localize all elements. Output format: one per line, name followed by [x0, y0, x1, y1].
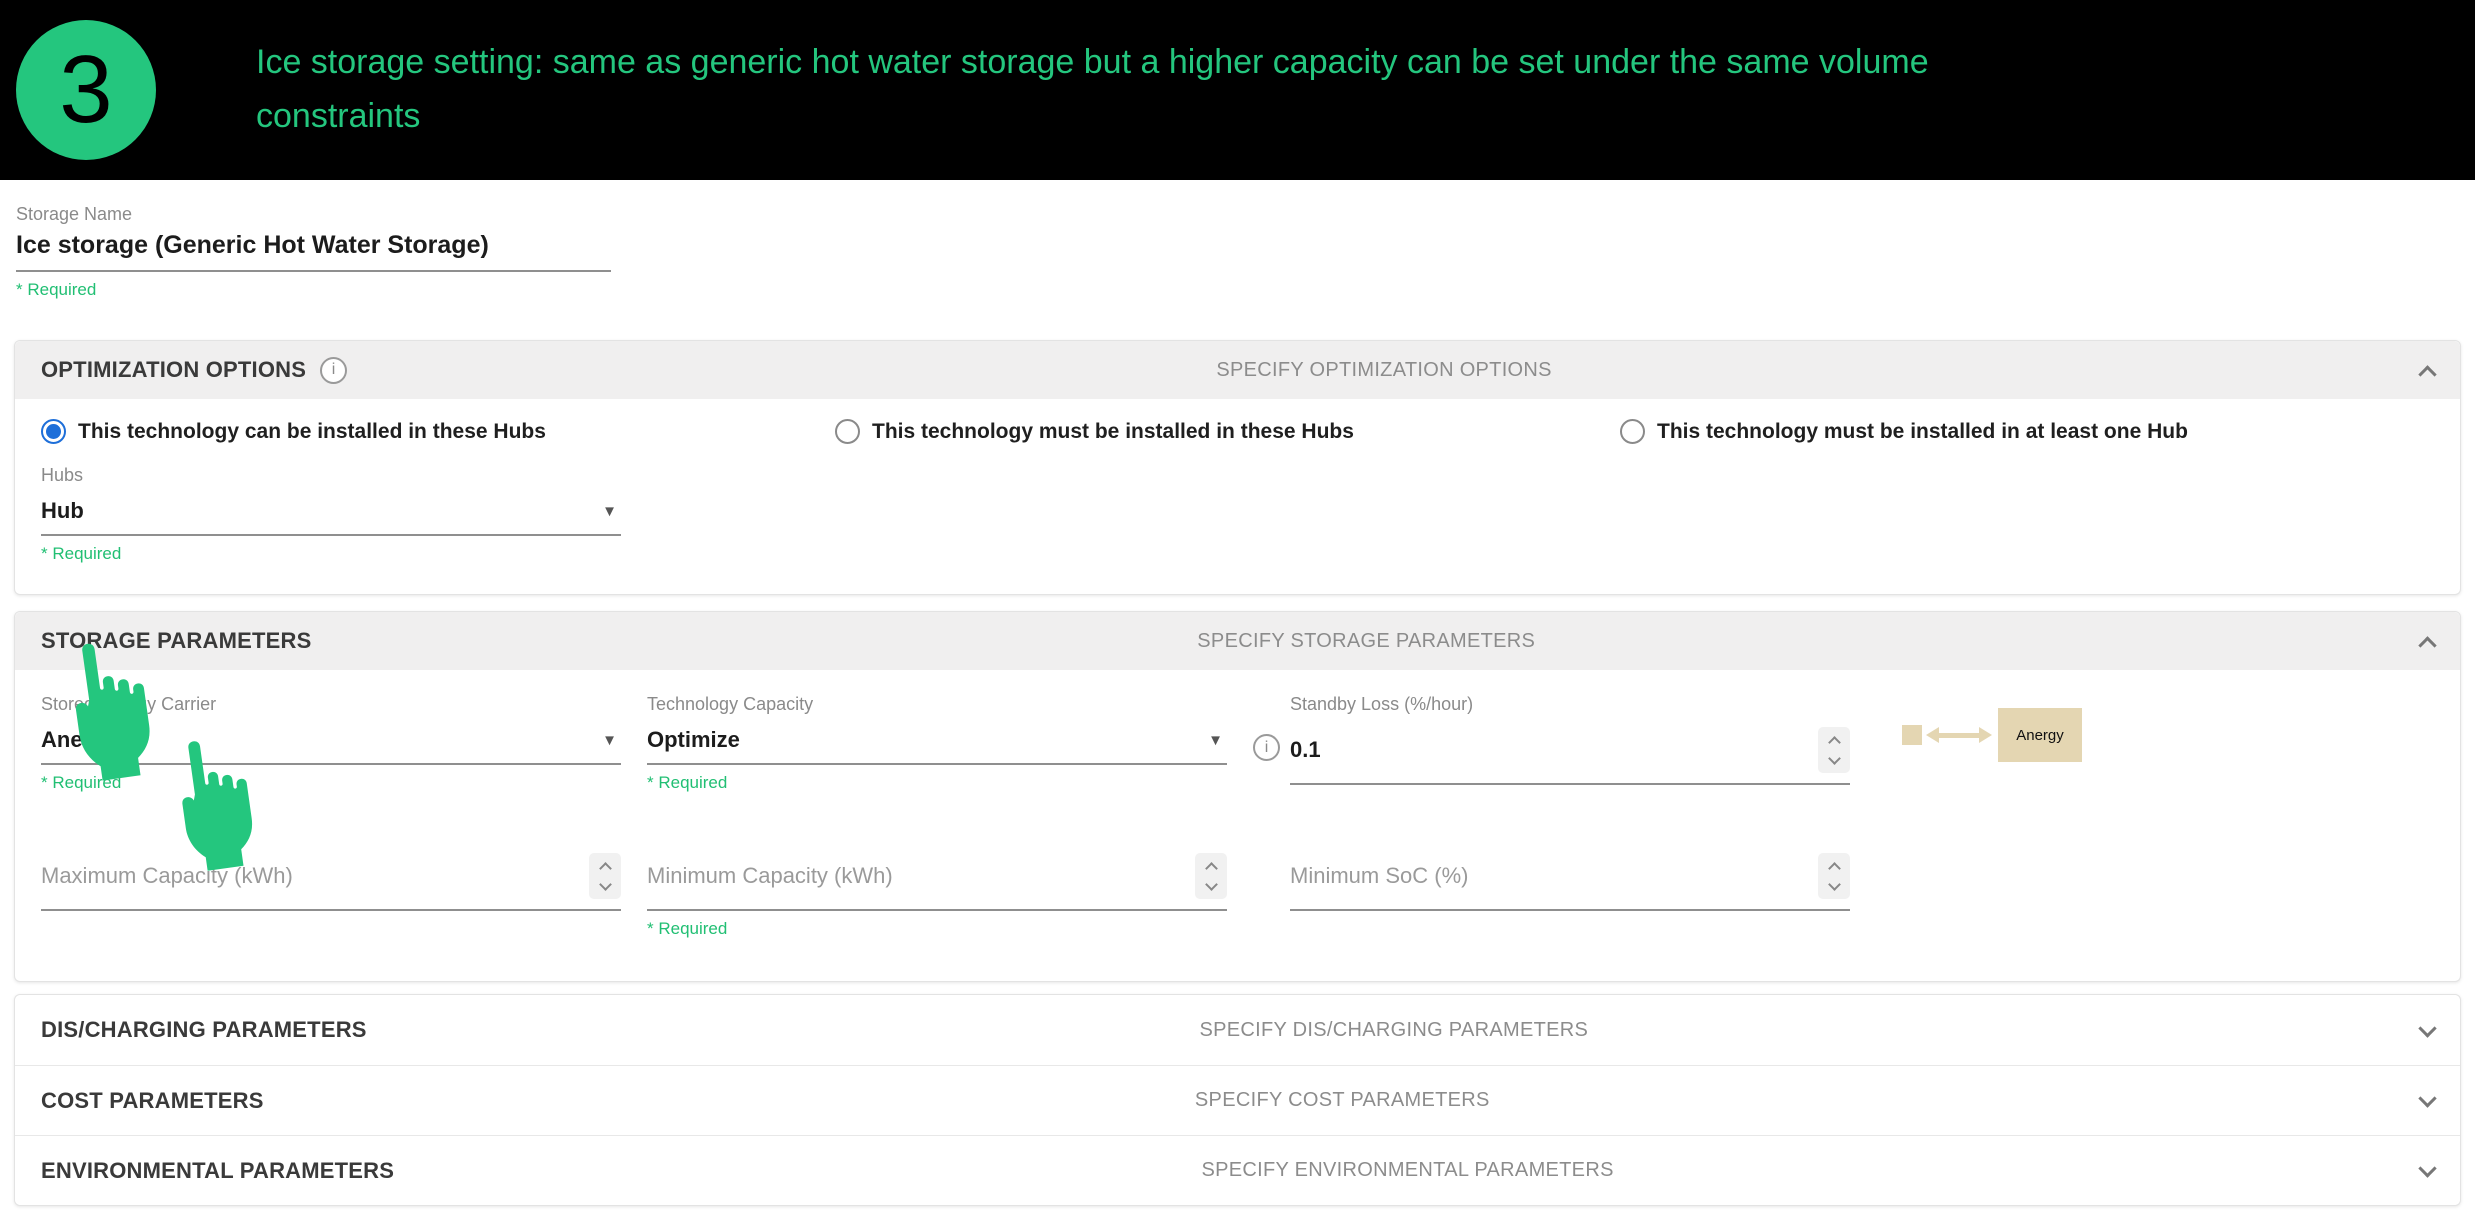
minimum-capacity-input[interactable]: [647, 863, 1195, 889]
optimization-options-header[interactable]: OPTIMIZATION OPTIONS i SPECIFY OPTIMIZAT…: [15, 341, 2460, 399]
storage-parameters-card: STORAGE PARAMETERS SPECIFY STORAGE PARAM…: [14, 611, 2461, 982]
optimization-options-card: OPTIMIZATION OPTIONS i SPECIFY OPTIMIZAT…: [14, 340, 2461, 595]
storage-name-value[interactable]: Ice storage (Generic Hot Water Storage): [16, 231, 2461, 260]
section-discharging-parameters[interactable]: DIS/CHARGING PARAMETERS SPECIFY DIS/CHAR…: [15, 995, 2460, 1065]
standby-loss-group: i Standby Loss (%/hour) 0.1: [1253, 694, 1850, 785]
collapsed-sections: DIS/CHARGING PARAMETERS SPECIFY DIS/CHAR…: [14, 994, 2461, 1206]
hubs-label: Hubs: [41, 465, 621, 486]
double-arrow-icon: [1924, 724, 1994, 746]
stored-energy-carrier-group: Stored Energy Carrier Anergy ▼ * Require…: [41, 694, 621, 793]
maximum-capacity-group: [41, 841, 621, 911]
optimization-options-subtitle: SPECIFY OPTIMIZATION OPTIONS: [347, 359, 2421, 382]
technology-capacity-group: Technology Capacity Optimize ▼ * Require…: [647, 694, 1227, 793]
technology-capacity-select[interactable]: Optimize ▼: [647, 721, 1227, 765]
radio-selected-icon: [41, 419, 66, 444]
diagram-anergy-node: Anergy: [1998, 708, 2082, 762]
minimum-soc-group: [1290, 841, 1850, 911]
storage-name-label: Storage Name: [16, 204, 2461, 225]
dropdown-caret-icon: ▼: [1208, 732, 1223, 749]
radio-must-be-installed[interactable]: This technology must be installed in the…: [835, 419, 1354, 444]
diagram-port-square: [1902, 725, 1922, 745]
storage-name-underline: [16, 270, 611, 272]
dropdown-caret-icon: ▼: [602, 732, 617, 749]
dropdown-caret-icon: ▼: [602, 503, 617, 520]
radio-unselected-icon: [835, 419, 860, 444]
step-banner: 3 Ice storage setting: same as generic h…: [0, 0, 2475, 180]
number-stepper[interactable]: [1195, 853, 1227, 899]
hubs-select[interactable]: Hub ▼: [41, 492, 621, 536]
storage-parameters-title: STORAGE PARAMETERS: [41, 628, 311, 654]
optimization-options-title: OPTIMIZATION OPTIONS i: [41, 357, 347, 384]
step-description: Ice storage setting: same as generic hot…: [256, 36, 1929, 143]
step-number-badge: 3: [16, 20, 156, 160]
storage-parameters-header[interactable]: STORAGE PARAMETERS SPECIFY STORAGE PARAM…: [15, 612, 2460, 670]
step-description-line2: constraints: [256, 90, 1929, 144]
number-stepper[interactable]: [1818, 853, 1850, 899]
radio-unselected-icon: [1620, 419, 1645, 444]
section-cost-parameters[interactable]: COST PARAMETERS SPECIFY COST PARAMETERS: [15, 1065, 2460, 1135]
chevron-up-icon[interactable]: [2418, 636, 2436, 654]
energy-flow-diagram: Anergy: [1902, 708, 2082, 762]
stored-energy-carrier-select[interactable]: Anergy ▼: [41, 721, 621, 765]
storage-name-group: Storage Name Ice storage (Generic Hot Wa…: [16, 204, 2461, 300]
section-environmental-parameters[interactable]: ENVIRONMENTAL PARAMETERS SPECIFY ENVIRON…: [15, 1135, 2460, 1205]
hubs-field-group: Hubs Hub ▼ * Required: [41, 465, 621, 564]
number-stepper[interactable]: [1818, 727, 1850, 773]
radio-at-least-one-hub[interactable]: This technology must be installed in at …: [1620, 419, 2188, 444]
standby-loss-input[interactable]: 0.1: [1290, 737, 1818, 763]
info-icon[interactable]: i: [1253, 734, 1280, 761]
storage-name-required: * Required: [16, 280, 2461, 300]
storage-parameters-subtitle: SPECIFY STORAGE PARAMETERS: [311, 630, 2421, 653]
maximum-capacity-input[interactable]: [41, 863, 589, 889]
step-number: 3: [59, 35, 112, 145]
number-stepper[interactable]: [589, 853, 621, 899]
radio-can-be-installed[interactable]: This technology can be installed in thes…: [41, 419, 546, 444]
minimum-capacity-group: * Required: [647, 841, 1227, 939]
chevron-down-icon[interactable]: [2418, 1159, 2436, 1177]
chevron-down-icon[interactable]: [2418, 1019, 2436, 1037]
step-description-line1: Ice storage setting: same as generic hot…: [256, 36, 1929, 90]
info-icon[interactable]: i: [320, 357, 347, 384]
chevron-down-icon[interactable]: [2418, 1089, 2436, 1107]
minimum-soc-input[interactable]: [1290, 863, 1818, 889]
chevron-up-icon[interactable]: [2418, 365, 2436, 383]
hubs-required: * Required: [41, 544, 621, 564]
